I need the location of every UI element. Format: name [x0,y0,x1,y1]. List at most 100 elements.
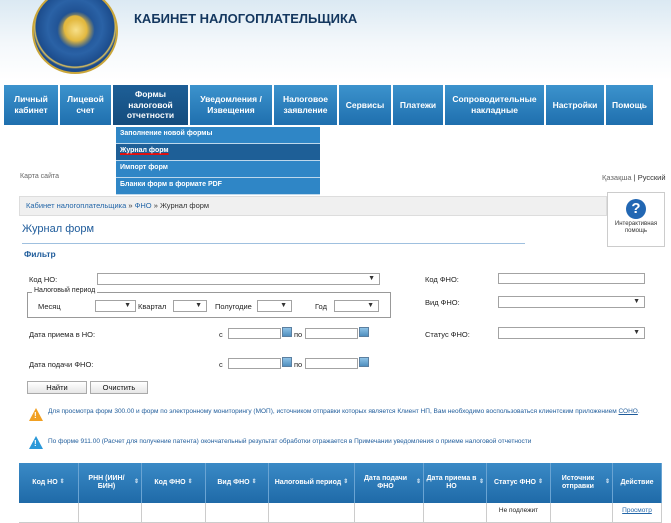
forms-table: Код НО ⇕ РНН (ИИН/БИН) ⇕ Код ФНО ⇕ Вид ФНО ⇕… [19,463,662,523]
emblem-logo [32,0,118,74]
menu-item-new-form[interactable]: Заполнение новой формы [116,127,320,144]
site-title: КАБИНЕТ НАЛОГОПЛАТЕЛЬЩИКА [134,11,358,26]
sort-icon: ⇕ [59,479,65,486]
view-link[interactable]: Просмотр [622,507,652,514]
main-nav: Личный кабинет Лицевой счет Формы налого… [4,85,657,125]
status-fno-label: Статус ФНО: [425,330,470,339]
column-header[interactable]: Источник отправки ⇕ [551,463,613,503]
column-header[interactable]: Налоговый период ⇕ [269,463,355,503]
sitemap-link[interactable]: Карта сайта [20,173,59,180]
nav-item-waybills[interactable]: Сопроводительные накладные [445,85,544,125]
chevron-down-icon: ▼ [633,329,640,336]
menu-item-forms-journal[interactable]: Журнал форм [116,144,320,161]
calendar-icon[interactable] [282,357,292,367]
sono-link[interactable]: СОНО [619,408,638,415]
table-cell [19,503,79,522]
vid-fno-select[interactable]: ▼ [498,296,645,308]
date-received-to-input[interactable] [305,328,358,339]
table-cell [142,503,206,522]
warning-notice-text: Для просмотра форм 300.00 и форм по элек… [48,408,617,415]
sort-icon: ⇕ [415,479,421,486]
column-header: Действие [613,463,662,503]
breadcrumb-separator: » [153,201,158,210]
date-from-label: с [219,330,223,339]
kod-fno-input[interactable] [498,273,645,284]
tax-period-legend: Налоговый период [32,287,98,294]
page-title: Журнал форм [22,223,95,235]
nav-item-personal-cabinet[interactable]: Личный кабинет [4,85,58,125]
calendar-icon[interactable] [359,327,369,337]
table-cell [79,503,142,522]
kod-no-select[interactable]: ▼ [97,273,380,285]
menu-item-pdf-forms[interactable]: Бланки форм в формате PDF [116,178,320,195]
halfyear-label: Полугодие [215,302,252,311]
table-cell [355,503,424,522]
nav-item-personal-account[interactable]: Лицевой счет [60,85,111,125]
column-header[interactable]: РНН (ИИН/БИН) ⇕ [79,463,142,503]
nav-item-settings[interactable]: Настройки [546,85,604,125]
month-select[interactable]: ▼ [95,300,136,312]
table-cell [269,503,355,522]
column-header[interactable]: Код ФНО ⇕ [142,463,206,503]
warning-notice: Для просмотра форм 300.00 и форм по элек… [48,408,658,417]
breadcrumb-separator: » [128,201,133,210]
sort-icon: ⇕ [187,479,193,486]
nav-item-payments[interactable]: Платежи [393,85,443,125]
quarter-select[interactable]: ▼ [173,300,207,312]
kod-no-label: Код НО: [29,275,58,284]
chevron-down-icon: ▼ [280,302,287,309]
column-header[interactable]: Дата приема в НО ⇕ [424,463,487,503]
status-fno-select[interactable]: ▼ [498,327,645,339]
calendar-icon[interactable] [359,357,369,367]
quarter-label: Квартал [138,302,167,311]
lang-russian-link[interactable]: Русский [638,173,666,182]
table-cell [424,503,487,522]
tax-period-group: Налоговый период Месяц ▼ Квартал ▼ Полуг… [27,287,391,318]
lang-kazakh-link[interactable]: Қазақша [602,173,632,182]
nav-item-help[interactable]: Помощь [606,85,653,125]
help-label: Интерактивная помощь [614,221,658,235]
date-submitted-from-input[interactable] [228,358,281,369]
kod-fno-label: Код ФНО: [425,275,459,284]
date-submitted-to-input[interactable] [305,358,358,369]
table-cell [206,503,269,522]
find-button[interactable]: Найти [27,381,87,394]
nav-item-services[interactable]: Сервисы [339,85,391,125]
info-icon: ! [29,436,43,449]
nav-item-tax-forms[interactable]: Формы налоговой отчетности [113,85,188,125]
info-notice: По форме 911.00 (Расчет для получение па… [48,438,532,445]
clear-button[interactable]: Очистить [90,381,148,394]
warning-icon: ! [29,408,43,421]
nav-item-notifications[interactable]: Уведомления / Извещения [190,85,272,125]
language-switch: Қазақша | Русский [602,173,666,182]
table-cell [551,503,613,522]
column-header[interactable]: Статус ФНО ⇕ [487,463,551,503]
interactive-help-button[interactable]: ? Интерактивная помощь [607,192,665,247]
breadcrumb-home[interactable]: Кабинет налогоплательщика [26,201,126,210]
date-submitted-label: Дата подачи ФНО: [29,360,94,369]
date-received-from-input[interactable] [228,328,281,339]
calendar-icon[interactable] [282,327,292,337]
lang-separator: | [633,173,636,182]
vid-fno-label: Вид ФНО: [425,298,460,307]
month-label: Месяц [38,302,61,311]
date-from-label: с [219,360,223,369]
chevron-down-icon: ▼ [368,275,375,282]
table-row[interactable]: Не подлежит Просмотр [19,503,662,523]
table-header: Код НО ⇕ РНН (ИИН/БИН) ⇕ Код ФНО ⇕ Вид ФНО ⇕… [19,463,662,503]
warning-notice-end: . [637,408,640,415]
chevron-down-icon: ▼ [633,298,640,305]
sort-icon: ⇕ [133,479,139,486]
column-header[interactable]: Вид ФНО ⇕ [206,463,269,503]
breadcrumb-fno[interactable]: ФНО [135,201,152,210]
column-header[interactable]: Дата подачи ФНО ⇕ [355,463,424,503]
year-label: Год [315,302,327,311]
year-select[interactable]: ▼ [334,300,379,312]
tax-forms-dropdown: Заполнение новой формы Журнал форм Импор… [116,127,320,195]
nav-item-tax-application[interactable]: Налоговое заявление [274,85,337,125]
chevron-down-icon: ▼ [124,302,131,309]
column-header[interactable]: Код НО ⇕ [19,463,79,503]
menu-item-import-forms[interactable]: Импорт форм [116,161,320,178]
filter-heading: Фильтр [24,249,56,259]
halfyear-select[interactable]: ▼ [257,300,292,312]
